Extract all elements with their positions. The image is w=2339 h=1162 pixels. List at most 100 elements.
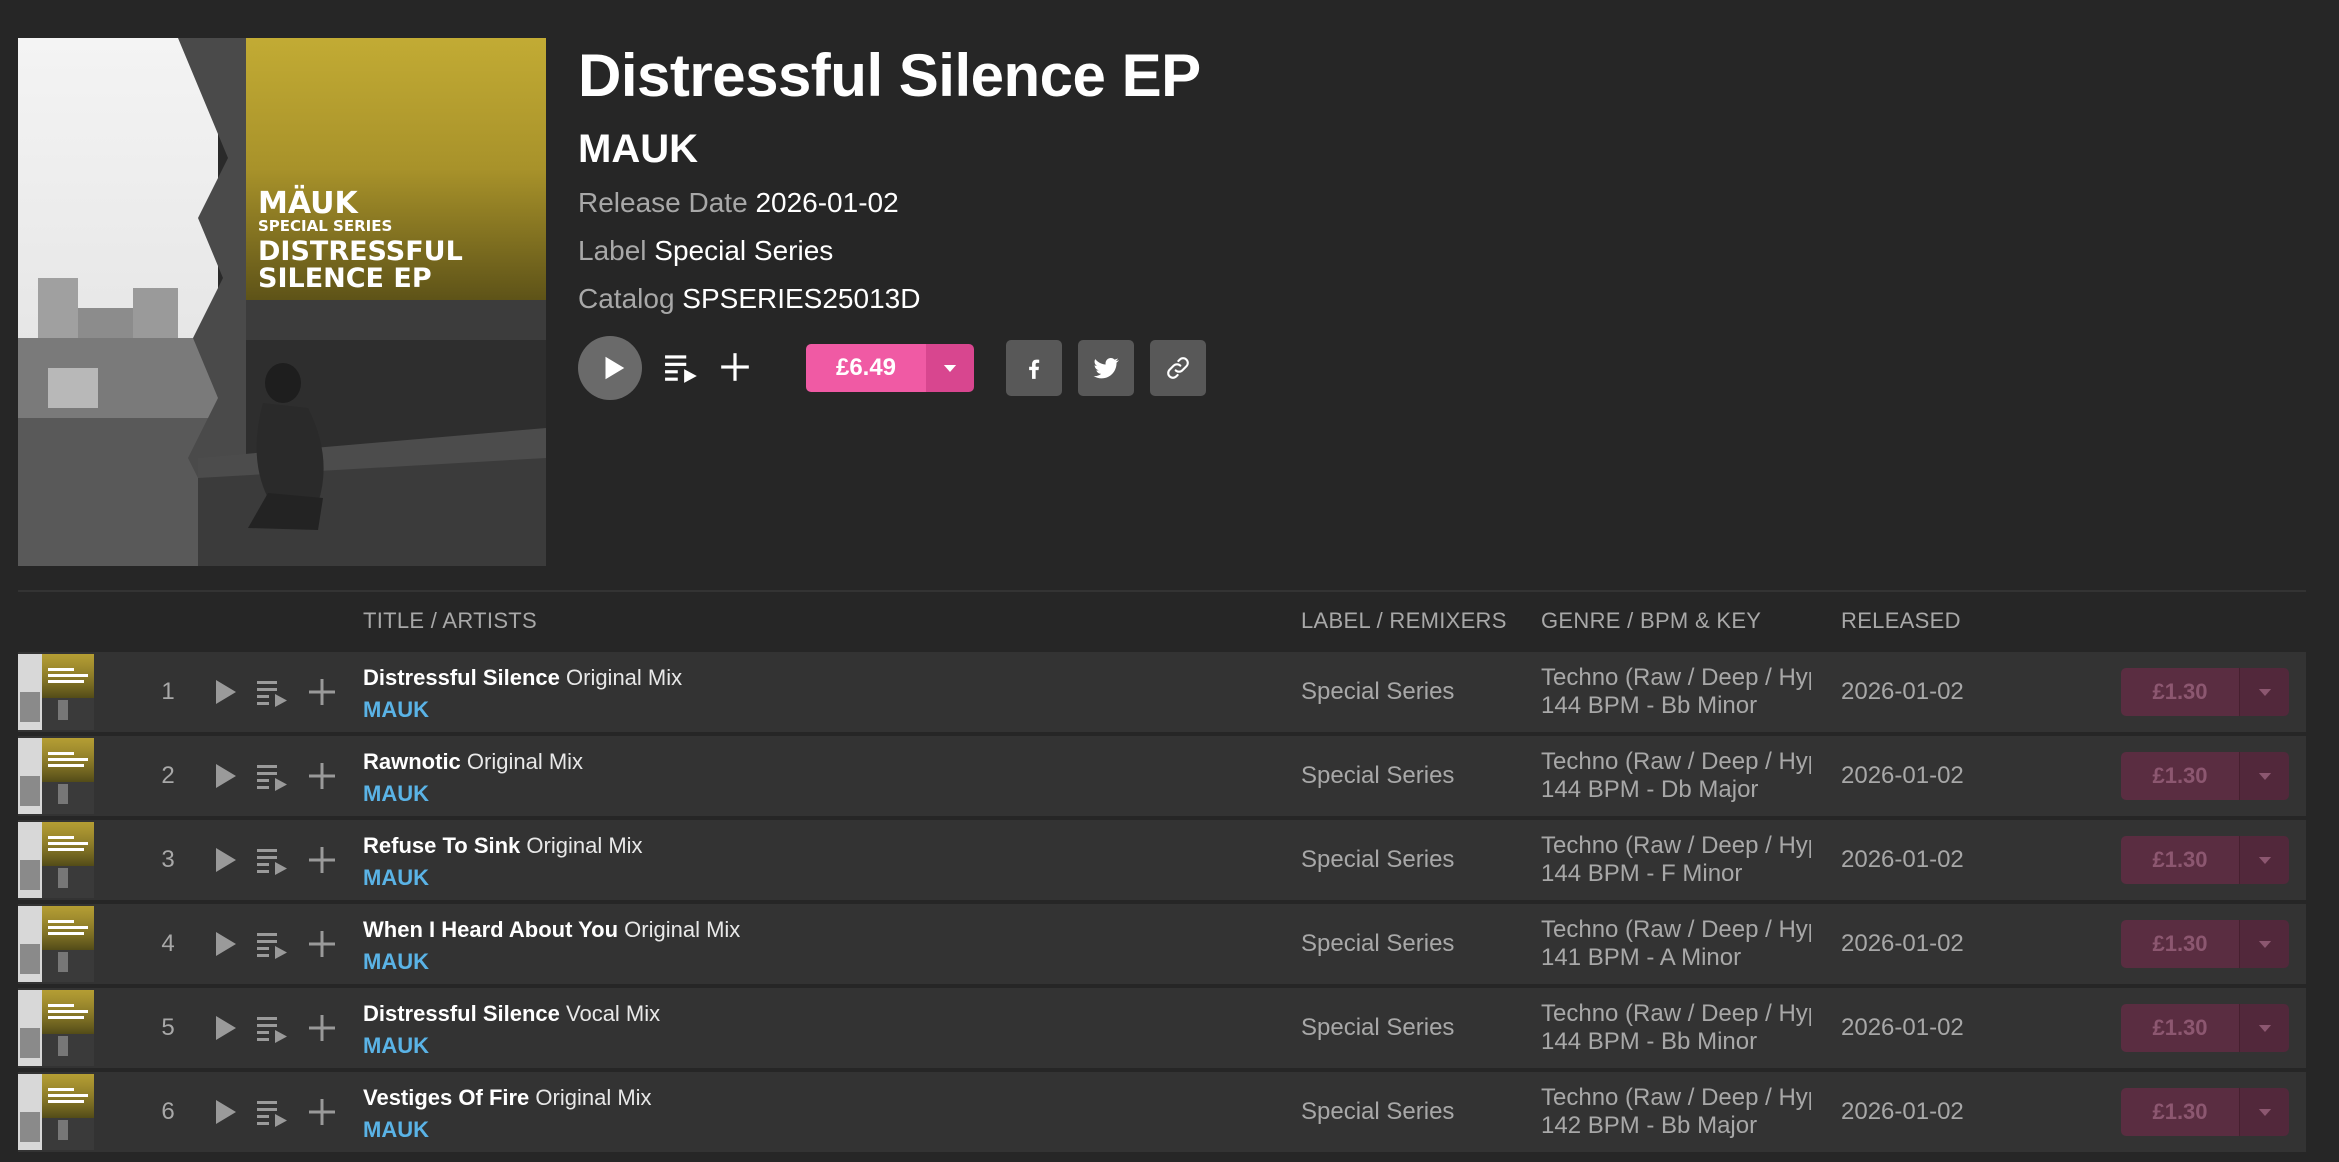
track-bpm-key: 144 BPM - Db Major (1541, 776, 1759, 803)
label-value-link[interactable]: Special Series (654, 235, 833, 266)
track-label-link[interactable]: Special Series (1301, 988, 1454, 1068)
track-title[interactable]: Refuse To Sink Original Mix (363, 832, 643, 860)
track-row[interactable]: 2 Rawnotic Original Mix MAUK Special Ser… (18, 736, 2306, 816)
track-artist-link[interactable]: MAUK (363, 1032, 429, 1060)
track-artwork-thumbnail[interactable] (18, 1074, 94, 1150)
track-price[interactable]: £1.30 (2121, 752, 2239, 800)
add-track-to-playlist-button[interactable] (306, 1096, 338, 1128)
track-title[interactable]: When I Heard About You Original Mix (363, 916, 740, 944)
track-artwork-thumbnail[interactable] (18, 822, 94, 898)
track-name[interactable]: Vestiges Of Fire (363, 1085, 529, 1110)
track-genre-link[interactable]: Techno (Raw / Deep / Hypnotic) (1541, 748, 1811, 776)
track-name[interactable]: When I Heard About You (363, 917, 618, 942)
play-track-button[interactable] (208, 676, 240, 708)
play-track-button[interactable] (208, 928, 240, 960)
track-price[interactable]: £1.30 (2121, 920, 2239, 968)
add-track-to-playlist-button[interactable] (306, 844, 338, 876)
buy-track-button[interactable]: £1.30 (2121, 668, 2289, 716)
add-track-to-playlist-button[interactable] (306, 760, 338, 792)
play-track-button[interactable] (208, 1096, 240, 1128)
track-artist-link[interactable]: MAUK (363, 864, 429, 892)
add-track-to-queue-button[interactable] (256, 676, 290, 708)
track-label-link[interactable]: Special Series (1301, 820, 1454, 900)
track-price[interactable]: £1.30 (2121, 1088, 2239, 1136)
track-genre-link[interactable]: Techno (Raw / Deep / Hypnotic) (1541, 832, 1811, 860)
add-track-to-queue-button[interactable] (256, 1096, 290, 1128)
track-bpm-key: 144 BPM - Bb Minor (1541, 692, 1758, 719)
share-facebook-button[interactable] (1006, 340, 1062, 396)
track-number: 5 (161, 1014, 175, 1041)
add-track-to-playlist-button[interactable] (306, 1012, 338, 1044)
buy-track-button[interactable]: £1.30 (2121, 1004, 2289, 1052)
track-buy-options-dropdown[interactable] (2239, 668, 2289, 716)
facebook-icon (1029, 359, 1040, 379)
track-label-link[interactable]: Special Series (1301, 736, 1454, 816)
track-price[interactable]: £1.30 (2121, 668, 2239, 716)
track-title[interactable]: Distressful Silence Vocal Mix (363, 1000, 660, 1028)
track-label-link[interactable]: Special Series (1301, 904, 1454, 984)
buy-track-button[interactable]: £1.30 (2121, 1088, 2289, 1136)
track-buy-options-dropdown[interactable] (2239, 1088, 2289, 1136)
track-row[interactable]: 4 When I Heard About You Original Mix MA… (18, 904, 2306, 984)
track-artwork-thumbnail[interactable] (18, 738, 94, 814)
add-track-to-queue-button[interactable] (256, 760, 290, 792)
track-artist-link[interactable]: MAUK (363, 1116, 429, 1144)
track-artwork-thumbnail[interactable] (18, 906, 94, 982)
track-title[interactable]: Vestiges Of Fire Original Mix (363, 1084, 652, 1112)
track-price[interactable]: £1.30 (2121, 1004, 2239, 1052)
track-name[interactable]: Distressful Silence (363, 1001, 560, 1026)
track-buy-options-dropdown[interactable] (2239, 752, 2289, 800)
copy-link-button[interactable] (1150, 340, 1206, 396)
track-title[interactable]: Distressful Silence Original Mix (363, 664, 682, 692)
play-track-button[interactable] (208, 760, 240, 792)
track-genre-link[interactable]: Techno (Raw / Deep / Hypnotic) (1541, 916, 1811, 944)
share-twitter-button[interactable] (1078, 340, 1134, 396)
track-number: 6 (161, 1098, 175, 1125)
add-track-to-playlist-button[interactable] (306, 928, 338, 960)
buy-release-button[interactable]: £6.49 (806, 344, 974, 392)
add-release-to-playlist-button[interactable] (718, 350, 754, 386)
track-row[interactable]: 1 Distressful Silence Original Mix MAUK … (18, 652, 2306, 732)
add-track-to-playlist-button[interactable] (306, 676, 338, 708)
play-track-button[interactable] (208, 844, 240, 876)
track-name[interactable]: Rawnotic (363, 749, 461, 774)
track-price[interactable]: £1.30 (2121, 836, 2239, 884)
buy-track-button[interactable]: £1.30 (2121, 752, 2289, 800)
play-track-button[interactable] (208, 1012, 240, 1044)
buy-track-button[interactable]: £1.30 (2121, 836, 2289, 884)
release-price[interactable]: £6.49 (806, 344, 926, 392)
track-mix: Original Mix (526, 833, 643, 858)
track-name[interactable]: Distressful Silence (363, 665, 560, 690)
track-artwork-thumbnail[interactable] (18, 654, 94, 730)
track-genre-link[interactable]: Techno (Raw / Deep / Hypnotic) (1541, 1000, 1811, 1028)
release-artist-link[interactable]: MAUK (578, 124, 1978, 174)
track-artist-link[interactable]: MAUK (363, 696, 429, 724)
track-label-link[interactable]: Special Series (1301, 1072, 1454, 1152)
track-row[interactable]: 6 Vestiges Of Fire Original Mix MAUK Spe… (18, 1072, 2306, 1152)
track-buy-options-dropdown[interactable] (2239, 920, 2289, 968)
track-buy-options-dropdown[interactable] (2239, 836, 2289, 884)
track-artist-link[interactable]: MAUK (363, 780, 429, 808)
track-row[interactable]: 5 Distressful Silence Vocal Mix MAUK Spe… (18, 988, 2306, 1068)
plus-icon (306, 1096, 338, 1128)
track-bpm-key: 144 BPM - Bb Minor (1541, 1028, 1758, 1055)
add-track-to-queue-button[interactable] (256, 844, 290, 876)
track-artwork-thumbnail[interactable] (18, 990, 94, 1066)
play-release-button[interactable] (578, 336, 642, 400)
track-label-link[interactable]: Special Series (1301, 652, 1454, 732)
track-title[interactable]: Rawnotic Original Mix (363, 748, 583, 776)
track-name[interactable]: Refuse To Sink (363, 833, 520, 858)
track-artist-link[interactable]: MAUK (363, 948, 429, 976)
add-track-to-queue-button[interactable] (256, 928, 290, 960)
add-track-to-queue-button[interactable] (256, 1012, 290, 1044)
track-genre-link[interactable]: Techno (Raw / Deep / Hypnotic) (1541, 664, 1811, 692)
track-genre-link[interactable]: Techno (Raw / Deep / Hypnotic) (1541, 1084, 1811, 1112)
track-row[interactable]: 3 Refuse To Sink Original Mix MAUK Speci… (18, 820, 2306, 900)
add-to-queue-icon (256, 1012, 290, 1044)
buy-options-dropdown[interactable] (926, 344, 974, 392)
add-release-to-queue-button[interactable] (664, 350, 700, 386)
track-release-date: 2026-01-02 (1841, 762, 1964, 789)
buy-track-button[interactable]: £1.30 (2121, 920, 2289, 968)
track-buy-options-dropdown[interactable] (2239, 1004, 2289, 1052)
track-mix: Vocal Mix (566, 1001, 661, 1026)
